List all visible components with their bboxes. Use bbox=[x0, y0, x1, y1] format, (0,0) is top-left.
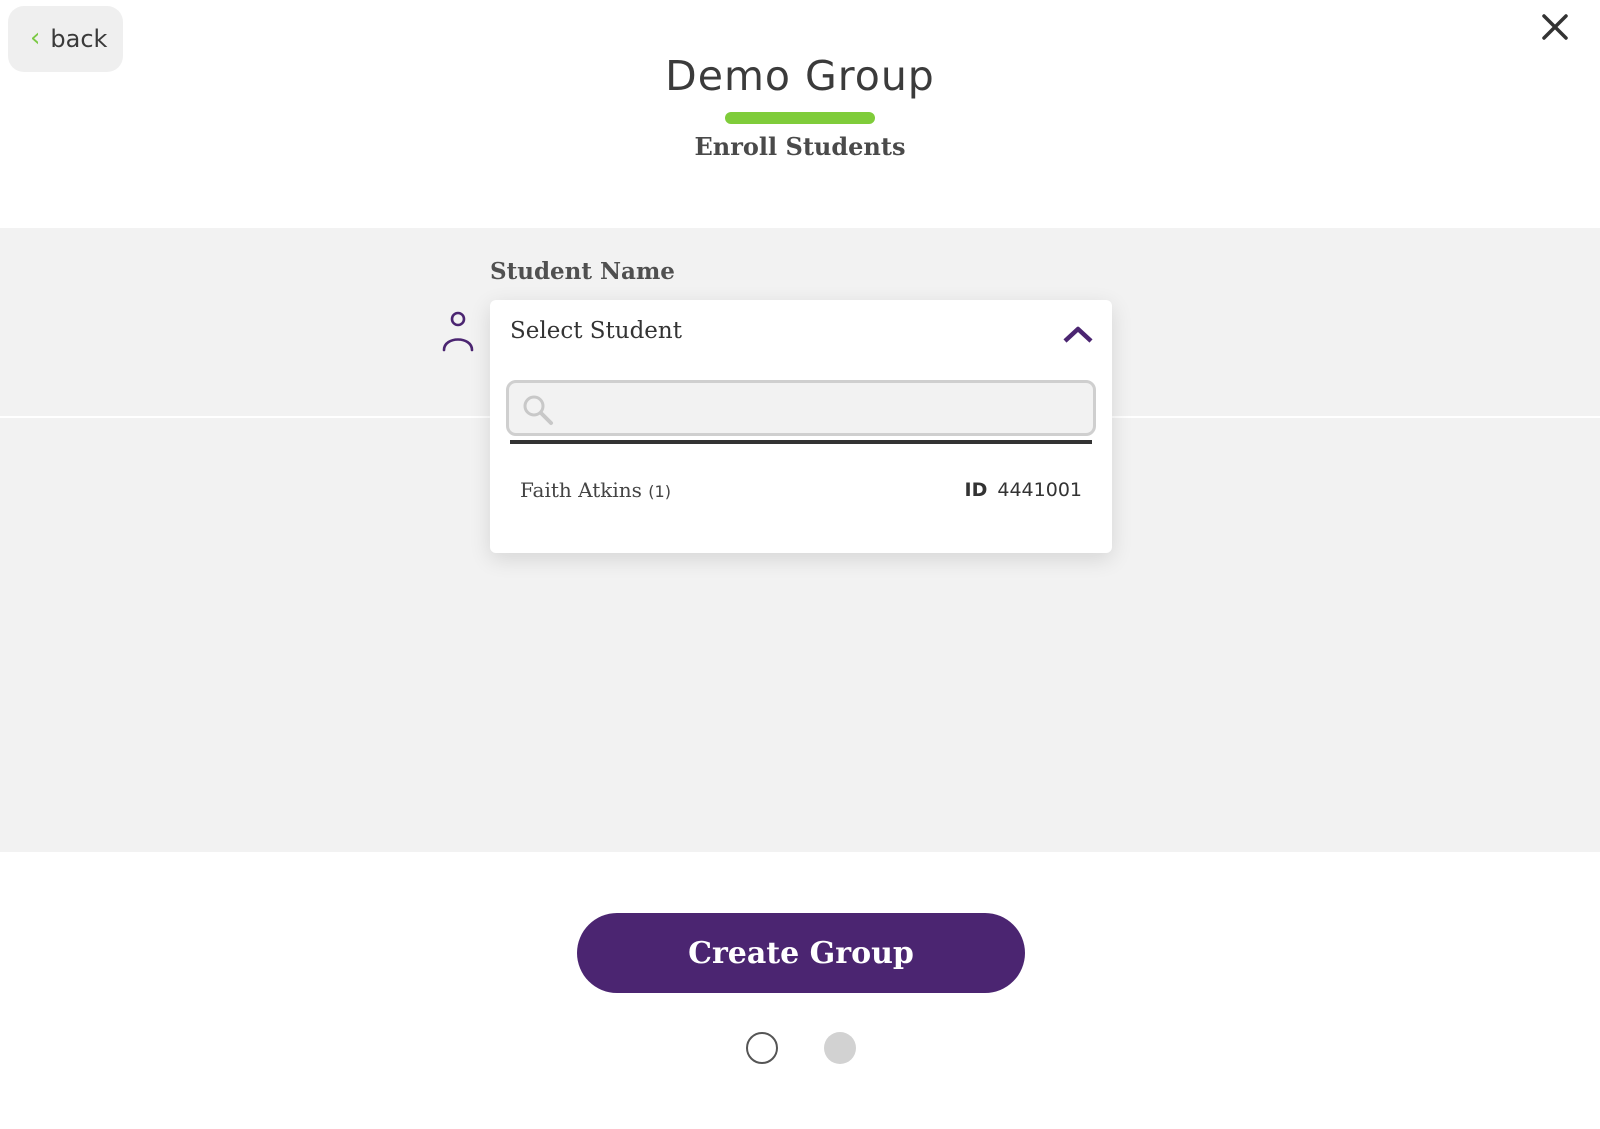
person-icon bbox=[442, 311, 474, 352]
page-indicator-1[interactable] bbox=[746, 1032, 778, 1064]
option-id-label: ID bbox=[964, 479, 988, 501]
page-subtitle: Enroll Students bbox=[694, 132, 906, 161]
chevron-left-icon: ‹ bbox=[30, 22, 41, 53]
dropdown-selected-text: Select Student bbox=[510, 318, 682, 344]
title-underline bbox=[725, 112, 875, 124]
student-option[interactable]: Faith Atkins (1) ID 4441001 bbox=[490, 470, 1112, 514]
student-search-box[interactable] bbox=[506, 380, 1096, 436]
page-title: Demo Group bbox=[665, 52, 935, 100]
page-indicator-2[interactable] bbox=[824, 1032, 856, 1064]
back-label: back bbox=[50, 25, 108, 53]
student-search-input[interactable] bbox=[559, 383, 1083, 435]
search-icon bbox=[523, 395, 553, 425]
student-select-dropdown[interactable]: Select Student Faith Atkins (1) ID 444100… bbox=[490, 300, 1112, 553]
chevron-up-icon[interactable] bbox=[1062, 324, 1094, 344]
option-id-value: 4441001 bbox=[997, 479, 1082, 501]
option-student-name: Faith Atkins (1) bbox=[520, 478, 671, 502]
option-count: (1) bbox=[648, 482, 671, 501]
search-underline bbox=[510, 440, 1092, 444]
close-icon[interactable] bbox=[1538, 10, 1572, 44]
student-name-label: Student Name bbox=[490, 258, 675, 285]
create-group-button[interactable]: Create Group bbox=[577, 913, 1025, 993]
option-student-id: ID 4441001 bbox=[965, 479, 1082, 501]
